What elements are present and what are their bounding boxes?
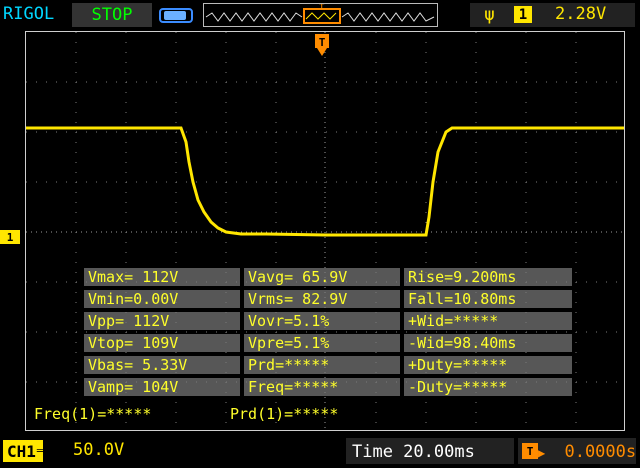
measurement-period: Prd=***** (244, 356, 400, 374)
ch1-waveform-trace (26, 126, 624, 237)
memory-waveform-icon: T (205, 3, 435, 24)
measurement-table: Vmax= 112V Vavg= 65.9V Rise=9.200ms Vmin… (84, 268, 572, 398)
measurement-frequency: Freq=***** (244, 378, 400, 396)
timebase-value: Time 20.00ms (352, 442, 475, 462)
memory-depth-bar: T (203, 3, 438, 27)
trigger-offset-value: 0.0000s (544, 442, 637, 462)
counter-period: Prd(1)=***** (230, 405, 339, 423)
measurement-pos-width: +Wid=***** (404, 312, 572, 330)
measurement-neg-width: -Wid=98.40ms (404, 334, 572, 352)
rising-edge-icon: ψ (484, 4, 495, 25)
measurement-pos-duty: +Duty=***** (404, 356, 572, 374)
ch1-label: CH1 (7, 441, 36, 461)
dc-coupling-icon: ═ (36, 445, 43, 457)
counter-frequency: Freq(1)=***** (34, 405, 152, 423)
measurement-vovr: Vovr=5.1% (244, 312, 400, 330)
ch1-ground-marker[interactable]: 1 (0, 230, 20, 244)
measurement-vamp: Vamp= 104V (84, 378, 240, 396)
trigger-position-marker[interactable]: T (314, 32, 330, 58)
brand-logo: RIGOL (3, 4, 55, 24)
measurement-vbas: Vbas= 5.33V (84, 356, 240, 374)
measurement-rise: Rise=9.200ms (404, 268, 572, 286)
trigger-top-marker: T (319, 4, 325, 13)
measurement-vpp: Vpp= 112V (84, 312, 240, 330)
measurement-vmin: Vmin=0.00V (84, 290, 240, 308)
battery-fill (164, 11, 186, 20)
measurement-vrms: Vrms= 82.9V (244, 290, 400, 308)
trigger-offset-icon: T (522, 443, 538, 459)
run-stop-indicator[interactable]: STOP (72, 3, 152, 27)
measurement-vavg: Vavg= 65.9V (244, 268, 400, 286)
measurement-neg-duty: -Duty=***** (404, 378, 572, 396)
measurement-vtop: Vtop= 109V (84, 334, 240, 352)
ch1-channel-badge[interactable]: CH1 ═ (3, 440, 43, 462)
trigger-level-value: 2.28V (555, 4, 607, 24)
trigger-source-badge: 1 (514, 6, 532, 23)
measurement-vpre: Vpre=5.1% (244, 334, 400, 352)
trigger-position-label: T (319, 36, 326, 49)
measurement-vmax: Vmax= 112V (84, 268, 240, 286)
measurement-fall: Fall=10.80ms (404, 290, 572, 308)
volts-per-div[interactable]: 50.0V (73, 440, 124, 460)
